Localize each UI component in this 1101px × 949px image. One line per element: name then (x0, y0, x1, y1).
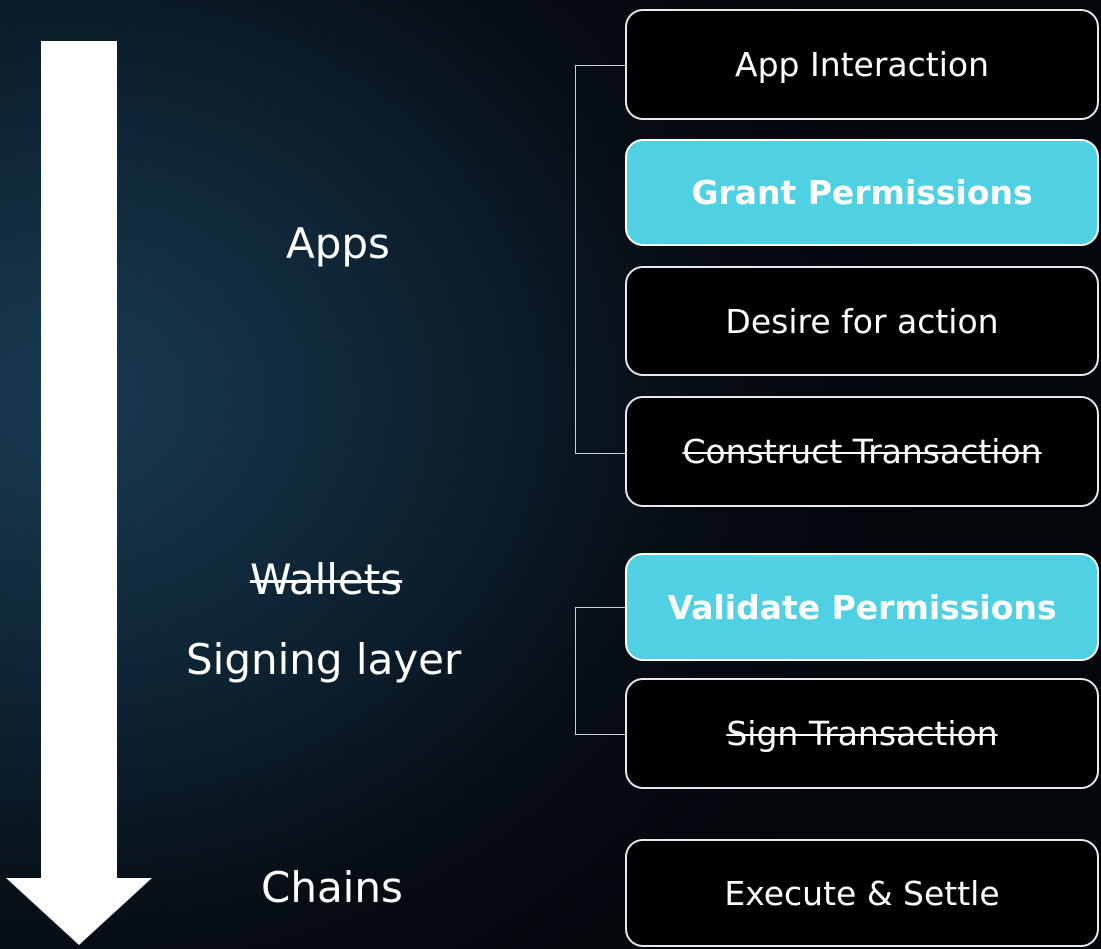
layer-label-chains: Chains (261, 863, 403, 912)
step-desire-for-action-label: Desire for action (725, 301, 999, 341)
step-execute-settle: Execute & Settle (625, 839, 1099, 947)
step-validate-permissions-label: Validate Permissions (667, 587, 1057, 627)
layer-label-apps: Apps (286, 219, 390, 268)
step-construct-transaction-label: Construct Transaction (682, 432, 1042, 471)
layer-label-signing-layer: Signing layer (186, 635, 462, 684)
step-sign-transaction: Sign Transaction (625, 678, 1099, 789)
step-desire-for-action: Desire for action (625, 266, 1099, 376)
step-execute-settle-label: Execute & Settle (724, 873, 1000, 913)
flow-arrow-shaft (41, 41, 117, 881)
step-grant-permissions-label: Grant Permissions (691, 173, 1033, 212)
signing-bracket (575, 607, 626, 735)
step-app-interaction: App Interaction (625, 9, 1099, 120)
flow-arrow-head (6, 878, 152, 945)
layer-label-wallets-struck: Wallets (250, 555, 403, 604)
step-construct-transaction: Construct Transaction (625, 396, 1099, 507)
apps-bracket (575, 65, 626, 454)
step-app-interaction-label: App Interaction (735, 45, 989, 84)
step-grant-permissions: Grant Permissions (625, 139, 1099, 246)
step-sign-transaction-label: Sign Transaction (726, 714, 998, 753)
step-validate-permissions: Validate Permissions (625, 553, 1099, 661)
